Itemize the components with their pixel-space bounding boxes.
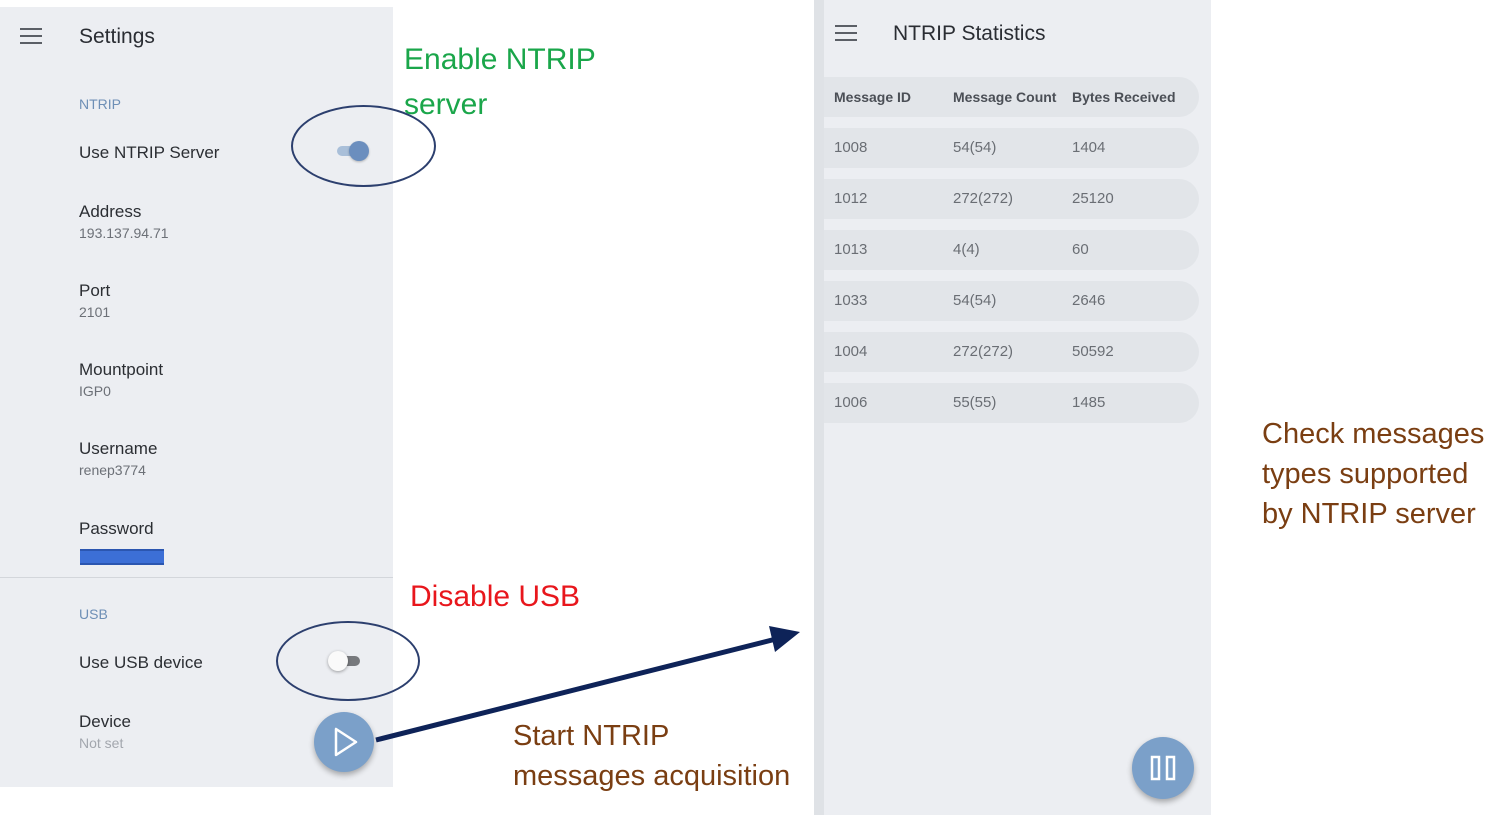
annotation-arrow (375, 626, 800, 743)
